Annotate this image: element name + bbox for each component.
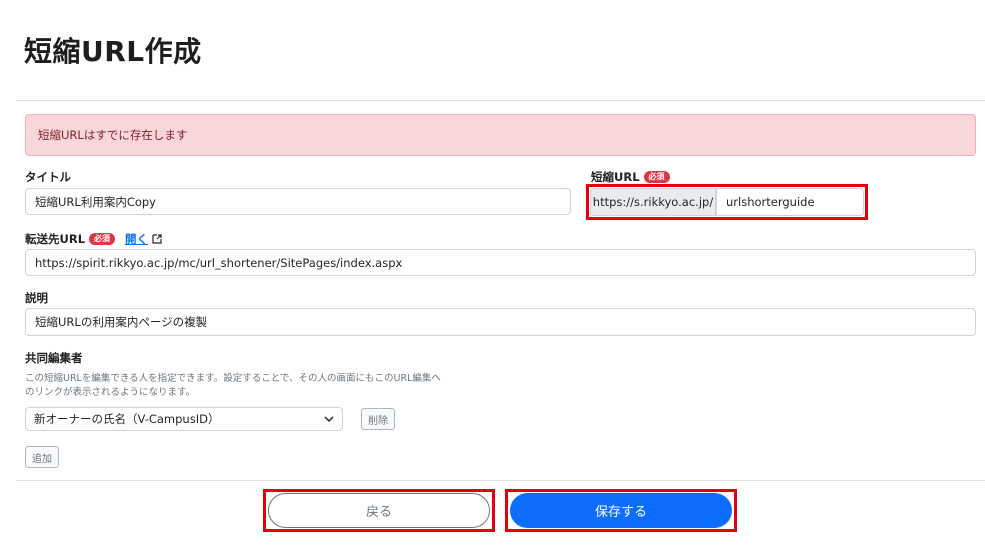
redirect-url-input[interactable]: https://spirit.rikkyo.ac.jp/mc/url_short… — [25, 249, 976, 276]
open-link[interactable]: 開く — [125, 232, 148, 246]
title-label: タイトル — [25, 170, 71, 184]
short-url-label: 短縮URL 必須 — [591, 169, 670, 185]
header-divider — [16, 100, 985, 101]
redirect-url-input-value: https://spirit.rikkyo.ac.jp/mc/url_short… — [35, 255, 403, 270]
co-editors-help-line2: のリンクが表示されるようになります。 — [25, 387, 196, 398]
back-button[interactable]: 戻る — [268, 493, 490, 528]
redirect-url-label: 転送先URL 必須 開く — [25, 231, 162, 247]
description-input-value: 短縮URLの利用案内ページの複製 — [35, 315, 208, 329]
co-editor-select[interactable]: 新オーナーの氏名（V-CampusID） — [25, 407, 343, 431]
co-editors-help-line1: この短縮URLを編集できる人を指定できます。設定することで、その人の画面にもこの… — [25, 373, 441, 384]
external-link-icon[interactable] — [152, 234, 162, 244]
add-co-editor-button[interactable]: 追加 — [25, 446, 59, 468]
short-url-label-text: 短縮URL — [591, 170, 640, 184]
error-alert: 短縮URLはすでに存在します — [25, 114, 976, 156]
required-badge: 必須 — [643, 171, 670, 183]
delete-co-editor-button[interactable]: 削除 — [361, 408, 395, 430]
save-button[interactable]: 保存する — [510, 493, 732, 528]
page-title: 短縮URL作成 — [24, 35, 202, 68]
description-input[interactable]: 短縮URLの利用案内ページの複製 — [25, 308, 976, 336]
required-badge: 必須 — [89, 233, 116, 245]
short-url-input[interactable]: urlshorterguide — [716, 188, 864, 216]
chevron-down-icon — [324, 416, 334, 422]
short-url-prefix: https://s.rikkyo.ac.jp/ — [590, 188, 716, 216]
description-label: 説明 — [25, 291, 48, 305]
footer-divider — [16, 480, 985, 481]
co-editors-label: 共同編集者 — [25, 351, 83, 365]
co-editor-select-value: 新オーナーの氏名（V-CampusID） — [34, 412, 220, 426]
title-input-value: 短縮URL利用案内Copy — [35, 194, 156, 209]
title-input[interactable]: 短縮URL利用案内Copy — [25, 188, 571, 215]
redirect-url-label-text: 転送先URL — [25, 232, 86, 246]
short-url-input-value: urlshorterguide — [726, 195, 815, 209]
